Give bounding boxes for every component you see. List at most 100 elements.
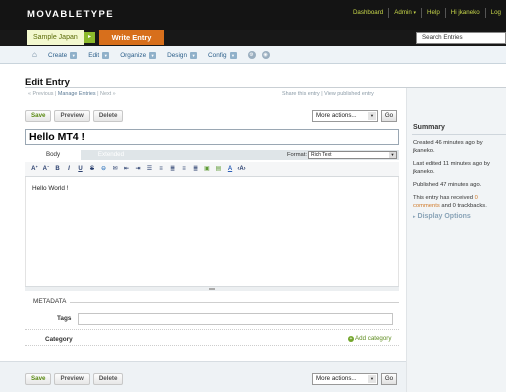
html-mode-icon[interactable]: ‹A› [236, 164, 247, 175]
more-actions-select[interactable]: More actions... ▼ [312, 109, 378, 122]
unordered-list-icon[interactable]: ☰ [144, 164, 155, 175]
chevron-down-icon: ▼ [229, 51, 237, 59]
share-entry-link[interactable]: Share this entry [282, 91, 320, 97]
created-info: Created 46 minutes ago by jkaneko. [413, 140, 483, 154]
save-button[interactable]: Save [25, 372, 52, 385]
manage-entries-link[interactable]: Manage Entries [58, 91, 96, 97]
search-input[interactable]: Search Entries [416, 32, 506, 44]
feedback-prefix: This entry has received [413, 195, 473, 201]
strikethrough-icon[interactable]: S [87, 164, 98, 175]
tools-icon[interactable]: ⚙ [247, 51, 256, 59]
save-button[interactable]: Save [25, 109, 52, 122]
tags-input[interactable] [78, 313, 393, 325]
bold-icon[interactable]: B [52, 164, 63, 175]
actions-bar-top: Save Preview Delete More actions... ▼ Go [25, 107, 399, 124]
go-button[interactable]: Go [381, 372, 397, 385]
entry-title-input[interactable]: Hello MT4 ! [25, 129, 399, 145]
editor-toolbar: Aᐩ Aᐨ B I U S ⊖ ✉ ⇤ ⇥ ☰ ≡ ≣ ≡ ≣ ▣ ▤ A ‹A… [25, 162, 399, 177]
insert-image-icon[interactable]: ▣ [202, 164, 213, 175]
divider [70, 302, 399, 303]
font-size-increase-icon[interactable]: Aᐩ [29, 164, 40, 175]
grip-icon [209, 288, 215, 290]
ordered-list-icon[interactable]: ≡ [156, 164, 167, 175]
display-options-label: Display Options [417, 213, 471, 220]
tab-body[interactable]: Body [25, 150, 81, 160]
menu-create-label: Create [48, 51, 68, 59]
body-editor[interactable]: Hello World ! [25, 177, 399, 286]
tab-extended[interactable]: Extended [83, 150, 139, 160]
user-greeting[interactable]: Hi jkaneko [444, 8, 485, 18]
format-label: Format: [287, 152, 307, 158]
preview-button[interactable]: Preview [54, 109, 90, 122]
delete-button[interactable]: Delete [92, 109, 124, 122]
chevron-right-icon: ▸ [413, 214, 416, 220]
published-info: Published 47 minutes ago. [413, 182, 482, 188]
next-link[interactable]: Next » [100, 91, 116, 97]
admin-menu[interactable]: Admin ▾ [388, 8, 421, 18]
more-actions-value: More actions... [316, 111, 357, 119]
divider [25, 329, 399, 330]
previous-link[interactable]: « Previous [28, 91, 53, 97]
settings-icon[interactable]: ◉ [261, 51, 270, 59]
write-entry-button[interactable]: Write Entry [99, 30, 164, 45]
feedback-info: This entry has received 0 comments and 0… [413, 194, 505, 210]
body-text: Hello World ! [32, 185, 69, 192]
more-actions-select[interactable]: More actions... ▼ [312, 372, 378, 385]
feedback-suffix: and 0 trackbacks. [441, 203, 487, 209]
home-icon[interactable]: ⌂ [32, 50, 37, 59]
menu-config[interactable]: Config ▼ [208, 51, 237, 59]
underline-icon[interactable]: U [75, 164, 86, 175]
chevron-down-icon: ▾ [413, 10, 417, 16]
format-select[interactable]: Rich Text ▼ [308, 151, 397, 159]
menu-edit-label: Edit [88, 51, 100, 59]
align-right-icon[interactable]: ≣ [190, 164, 201, 175]
logo[interactable]: MOVABLETYPE [27, 9, 114, 20]
align-center-icon[interactable]: ≡ [179, 164, 190, 175]
menu-design[interactable]: Design ▼ [167, 51, 198, 59]
italic-icon[interactable]: I [64, 164, 75, 175]
help-link[interactable]: Help [421, 8, 445, 18]
go-button[interactable]: Go [381, 109, 397, 122]
preview-button[interactable]: Preview [54, 372, 90, 385]
add-category-link[interactable]: + Add category [348, 335, 391, 342]
chevron-down-icon: ▼ [70, 51, 78, 59]
delete-button[interactable]: Delete [92, 372, 124, 385]
user-nav: Dashboard Admin ▾ Help Hi jkaneko Log [348, 8, 506, 18]
chevron-down-icon: ▼ [149, 51, 157, 59]
menu-organize[interactable]: Organize ▼ [120, 51, 157, 59]
divider [412, 134, 506, 135]
tags-label: Tags [57, 315, 72, 322]
blog-selector[interactable]: Sample Japan [27, 30, 84, 45]
editor-resize-handle[interactable] [25, 286, 399, 291]
display-options-toggle[interactable]: ▸ Display Options [413, 213, 471, 220]
menu-design-label: Design [167, 51, 188, 59]
link-icon[interactable]: ⊖ [98, 164, 109, 175]
menu-create[interactable]: Create ▼ [48, 51, 78, 59]
plus-icon: + [348, 336, 354, 342]
chevron-down-icon: ▼ [102, 51, 110, 59]
align-left-icon[interactable]: ≣ [167, 164, 178, 175]
logout-link[interactable]: Log [484, 8, 506, 18]
insert-file-icon[interactable]: ▤ [213, 164, 224, 175]
view-published-link[interactable]: View published entry [324, 91, 374, 97]
blog-switch-icon[interactable]: ▸ [84, 32, 95, 43]
text-color-icon[interactable]: A [225, 164, 236, 175]
chevron-down-icon: ▼ [190, 51, 198, 59]
menu-edit[interactable]: Edit ▼ [88, 51, 110, 59]
outdent-icon[interactable]: ⇤ [121, 164, 132, 175]
chevron-down-icon: ▼ [368, 111, 376, 120]
indent-icon[interactable]: ⇥ [133, 164, 144, 175]
add-category-label: Add category [355, 335, 392, 342]
more-actions-value: More actions... [316, 374, 357, 382]
category-label: Category [45, 336, 73, 343]
admin-label: Admin [394, 9, 412, 16]
metadata-heading: METADATA [33, 298, 67, 305]
font-size-decrease-icon[interactable]: Aᐨ [41, 164, 52, 175]
chevron-down-icon: ▼ [389, 152, 396, 158]
menu-config-label: Config [208, 51, 227, 59]
email-link-icon[interactable]: ✉ [110, 164, 121, 175]
divider [25, 345, 399, 346]
share-links: Share this entry | View published entry [282, 91, 374, 97]
main-menu: Create ▼ Edit ▼ Organize ▼ Design ▼ Config ▼ … [48, 51, 276, 59]
dashboard-link[interactable]: Dashboard [348, 8, 388, 18]
